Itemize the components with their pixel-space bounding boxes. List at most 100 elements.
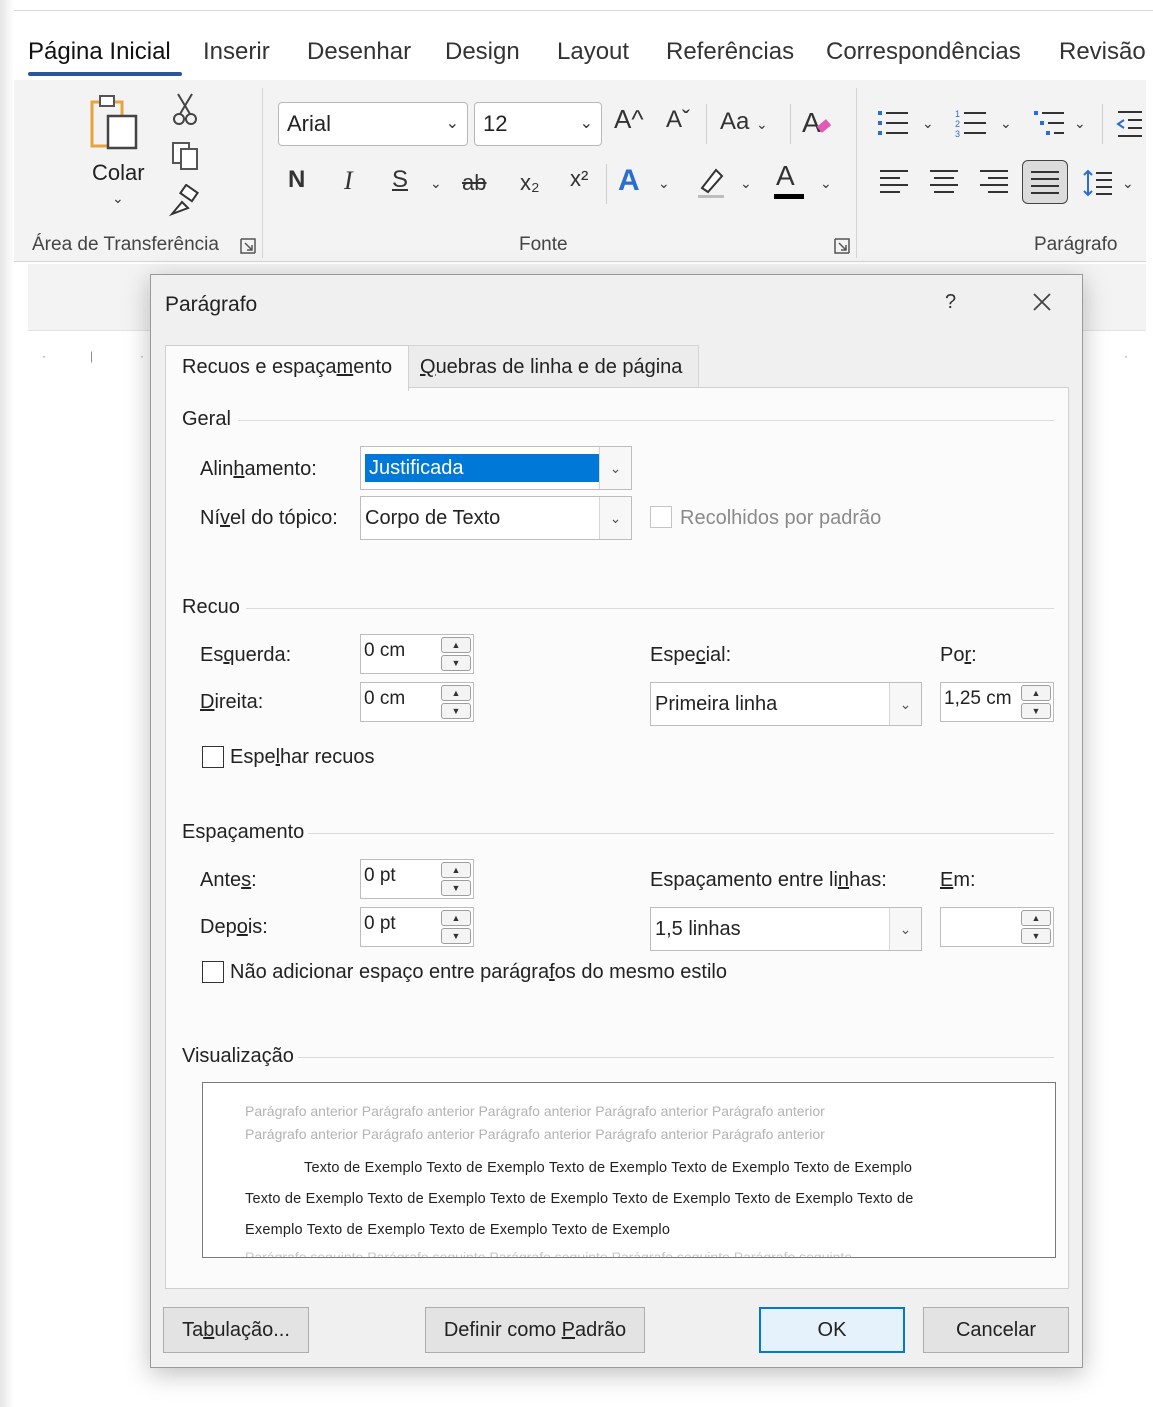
grow-font-button[interactable]: A^ [614, 106, 644, 132]
chevron-down-icon[interactable]: ⌄ [922, 116, 934, 130]
spin-buttons[interactable]: ▲ ▼ [441, 637, 471, 671]
spin-down-icon[interactable]: ▼ [441, 655, 471, 671]
strikethrough-button[interactable]: ab [462, 172, 486, 194]
tab-referencias[interactable]: Referências [666, 38, 794, 66]
label-part: Alin [200, 458, 234, 480]
chevron-down-icon[interactable]: ⌄ [1122, 176, 1134, 190]
tab-design[interactable]: Design [445, 38, 520, 66]
cancel-button[interactable]: Cancelar [923, 1307, 1069, 1353]
paste-button[interactable]: Colar ⌄ [84, 94, 154, 214]
spin-up-icon[interactable]: ▲ [1021, 910, 1051, 926]
format-painter-icon[interactable] [168, 184, 202, 218]
spin-buttons[interactable]: ▲ ▼ [1021, 685, 1051, 719]
by-input[interactable]: 1,25 cm ▲ ▼ [940, 682, 1054, 722]
label-part: : [971, 644, 977, 666]
spin-up-icon[interactable]: ▲ [441, 862, 471, 878]
section-preview-title: Visualização [182, 1045, 294, 1067]
label-part: m: [953, 869, 976, 891]
spin-up-icon[interactable]: ▲ [441, 910, 471, 926]
justify-button[interactable] [1022, 160, 1068, 204]
spacing-after-input[interactable]: 0 pt ▲ ▼ [360, 907, 474, 947]
align-right-icon[interactable] [978, 168, 1010, 196]
spin-buttons[interactable]: ▲ ▼ [1021, 910, 1051, 944]
spin-up-icon[interactable]: ▲ [441, 685, 471, 701]
indent-left-label: Esquerda: [200, 644, 291, 667]
font-size-combo[interactable]: 12 ⌄ [474, 102, 602, 146]
spin-down-icon[interactable]: ▼ [1021, 928, 1051, 944]
tab-label-part: Recuos e espaça [182, 356, 337, 378]
tab-desenhar[interactable]: Desenhar [307, 38, 411, 66]
label-part: has: [849, 869, 887, 891]
chevron-down-icon[interactable]: ⌄ [1074, 116, 1086, 130]
collapsed-default-checkbox[interactable] [650, 506, 672, 528]
shrink-font-button[interactable]: Aˇ [666, 108, 690, 132]
indent-left-input[interactable]: 0 cm ▲ ▼ [360, 634, 474, 674]
at-input[interactable]: ▲ ▼ [940, 907, 1054, 947]
access-key: h [233, 458, 245, 480]
multilevel-list-icon[interactable] [1032, 108, 1066, 138]
subscript-button[interactable]: x₂ [520, 172, 540, 194]
clipboard-group-label: Área de Transferência [32, 234, 219, 255]
chevron-down-icon[interactable]: ⌄ [1000, 116, 1012, 130]
align-left-icon[interactable] [878, 168, 910, 196]
tab-correspondencias[interactable]: Correspondências [826, 38, 1021, 66]
spin-down-icon[interactable]: ▼ [1021, 703, 1051, 719]
chevron-down-icon[interactable]: ⌄ [820, 176, 832, 190]
text-effects-button[interactable]: A [618, 166, 640, 196]
outline-level-select[interactable]: Corpo de Texto ⌄ [360, 496, 632, 540]
superscript-button[interactable]: x² [570, 168, 588, 190]
dialog-title: Parágrafo [165, 293, 258, 316]
chevron-down-icon[interactable]: ⌄ [740, 176, 752, 190]
tab-line-page-breaks[interactable]: Quebras de linha e de página [403, 345, 700, 389]
ribbon: Colar ⌄ Área de Transferência Arial ⌄ 12… [14, 80, 1146, 262]
spin-down-icon[interactable]: ▼ [441, 703, 471, 719]
spin-down-icon[interactable]: ▼ [441, 880, 471, 896]
bullets-icon[interactable] [876, 108, 910, 138]
change-case-button[interactable]: Aa ⌄ [720, 110, 768, 134]
section-general-title: Geral [182, 408, 231, 430]
spacing-before-input[interactable]: 0 pt ▲ ▼ [360, 859, 474, 899]
dont-add-space-checkbox[interactable] [202, 961, 224, 983]
clipboard-dialog-launcher-icon[interactable] [240, 238, 256, 254]
help-button[interactable]: ? [945, 291, 956, 314]
align-center-icon[interactable] [928, 168, 960, 196]
chevron-down-icon[interactable]: ⌄ [430, 176, 442, 190]
spin-buttons[interactable]: ▲ ▼ [441, 685, 471, 719]
clear-formatting-icon[interactable]: A [800, 104, 836, 140]
tab-indents-spacing[interactable]: Recuos e espaçamento [165, 345, 410, 391]
spin-up-icon[interactable]: ▲ [1021, 685, 1051, 701]
alignment-select[interactable]: Justificada ⌄ [360, 446, 632, 490]
spin-down-icon[interactable]: ▼ [441, 928, 471, 944]
special-select[interactable]: Primeira linha ⌄ [650, 682, 922, 726]
spin-buttons[interactable]: ▲ ▼ [441, 862, 471, 896]
copy-icon[interactable] [170, 140, 200, 172]
close-icon[interactable] [1027, 287, 1057, 317]
tab-inserir[interactable]: Inserir [203, 38, 270, 66]
line-spacing-select[interactable]: 1,5 linhas ⌄ [650, 907, 922, 951]
font-dialog-launcher-icon[interactable] [834, 238, 850, 254]
italic-button[interactable]: I [344, 168, 353, 194]
tabs-button[interactable]: Tabulação... [163, 1307, 309, 1353]
bold-button[interactable]: N [288, 168, 305, 192]
cut-icon[interactable] [172, 92, 198, 126]
font-color-button[interactable]: A [776, 162, 795, 190]
line-spacing-icon[interactable] [1082, 168, 1114, 198]
collapsed-default-label: Recolhidos por padrão [680, 507, 882, 529]
tab-layout[interactable]: Layout [557, 38, 629, 66]
underline-button[interactable]: S [392, 168, 408, 192]
tab-pagina-inicial[interactable]: Página Inicial [28, 38, 171, 66]
numbering-icon[interactable]: 1 2 3 [954, 108, 988, 138]
tab-revisao[interactable]: Revisão [1059, 38, 1146, 66]
indent-right-input[interactable]: 0 cm ▲ ▼ [360, 682, 474, 722]
spin-up-icon[interactable]: ▲ [441, 637, 471, 653]
chevron-down-icon[interactable]: ⌄ [658, 176, 670, 190]
highlight-icon[interactable] [694, 164, 728, 200]
ok-button[interactable]: OK [759, 1307, 905, 1353]
label-part: Espaçamento entre li [650, 869, 838, 891]
font-name-combo[interactable]: Arial ⌄ [278, 102, 468, 146]
spin-buttons[interactable]: ▲ ▼ [441, 910, 471, 944]
set-default-button[interactable]: Definir como Padrão [425, 1307, 645, 1353]
group-separator [262, 88, 263, 258]
mirror-indents-checkbox[interactable] [202, 746, 224, 768]
decrease-indent-icon[interactable] [1114, 108, 1144, 138]
